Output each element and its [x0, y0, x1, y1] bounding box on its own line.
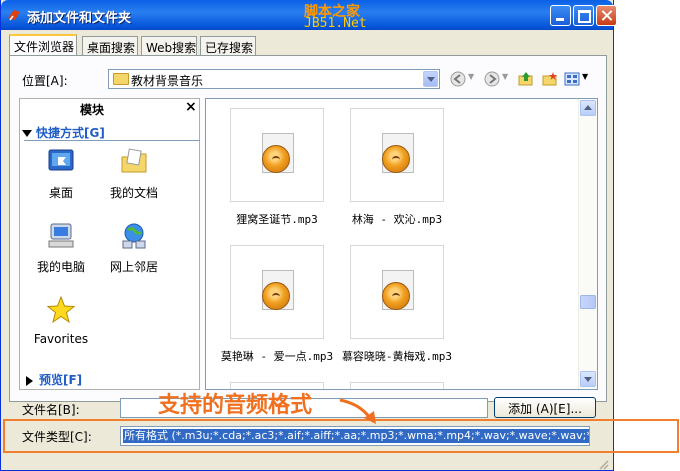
- my-computer-icon: [48, 223, 74, 248]
- file-name: 狸窝圣诞节.mp3: [236, 213, 318, 226]
- shortcut-my-computer[interactable]: 我的电脑: [31, 221, 91, 275]
- app-icon: [8, 10, 20, 21]
- location-combobox[interactable]: 教材背景音乐: [108, 69, 440, 89]
- view-dropdown-icon[interactable]: ▼: [582, 72, 588, 81]
- star-icon: [46, 295, 76, 324]
- file-thumbnail: [350, 245, 444, 339]
- scroll-up-icon[interactable]: [580, 100, 596, 116]
- shortcut-network-label: 网上邻居: [109, 260, 158, 274]
- scroll-down-icon[interactable]: [580, 371, 596, 387]
- preview-section-header[interactable]: 预览[F]: [26, 371, 82, 388]
- annotation-text: 支持的音频格式: [158, 393, 313, 418]
- location-label: 位置[A]:: [22, 74, 68, 88]
- module-pane-title: 模块: [80, 103, 105, 117]
- music-file-icon: [262, 282, 290, 310]
- scrollbar-thumb[interactable]: [580, 295, 596, 309]
- tab-desktop-search[interactable]: 桌面搜索: [82, 36, 138, 55]
- filename-label: 文件名[B]:: [22, 403, 80, 417]
- shortcut-desktop[interactable]: 桌面: [31, 147, 91, 201]
- title-bar[interactable]: 添加文件和文件夹 脚本之家 JB51.Net: [1, 0, 617, 31]
- watermark-en: JB51.Net: [304, 16, 367, 31]
- file-list-pane: 狸窝圣诞节.mp3 林海 - 欢沁.mp3 莫艳琳 - 爱一点.mp3 慕容晓晓…: [205, 98, 598, 390]
- music-file-icon: [262, 145, 290, 173]
- shortcuts-list: 桌面 我的文档 我的电脑 网上邻居 Favorites: [24, 140, 200, 367]
- shortcuts-section-label: 快捷方式[G]: [36, 126, 105, 140]
- shortcut-favorites-label: Favorites: [33, 332, 89, 346]
- module-pane-close-icon[interactable]: ×: [185, 99, 197, 115]
- forward-icon[interactable]: [484, 71, 500, 87]
- preview-section-label: 预览[F]: [39, 373, 83, 387]
- add-button[interactable]: 添加 (A)[E]...: [494, 397, 596, 418]
- shortcuts-section-header[interactable]: 快捷方式[G]: [22, 124, 105, 141]
- new-folder-icon[interactable]: [542, 71, 558, 87]
- shortcut-my-documents-label: 我的文档: [109, 186, 158, 200]
- desktop-icon: [48, 149, 74, 171]
- tab-web-search[interactable]: Web搜索: [141, 36, 197, 55]
- tab-saved-search[interactable]: 已存搜索: [200, 36, 256, 55]
- file-name: 莫艳琳 - 爱一点.mp3: [220, 350, 334, 363]
- close-button[interactable]: [596, 5, 617, 26]
- shortcut-my-computer-label: 我的电脑: [36, 260, 85, 274]
- music-file-icon: [382, 145, 410, 173]
- minimize-button[interactable]: [550, 5, 571, 26]
- expand-triangle-icon: [26, 375, 33, 386]
- tab-file-browser[interactable]: 文件浏览器: [9, 34, 77, 56]
- network-icon: [122, 223, 146, 249]
- folder-icon: [113, 73, 129, 85]
- file-name: 林海 - 欢沁.mp3: [351, 213, 443, 226]
- maximize-button[interactable]: [573, 5, 594, 26]
- location-value: 教材背景音乐: [131, 74, 204, 88]
- shortcut-my-documents[interactable]: 我的文档: [104, 147, 164, 201]
- music-file-icon: [382, 282, 410, 310]
- shortcut-network[interactable]: 网上邻居: [104, 221, 164, 275]
- my-documents-icon: [121, 148, 147, 173]
- chevron-down-icon[interactable]: [423, 71, 438, 87]
- file-list-scrollbar[interactable]: [578, 99, 597, 389]
- annotation-arrow-icon: [339, 398, 376, 424]
- file-thumbnail: [350, 108, 444, 202]
- folder-up-icon[interactable]: [518, 71, 534, 87]
- window-title: 添加文件和文件夹: [27, 11, 132, 26]
- file-thumbnail: [230, 245, 324, 339]
- shortcut-desktop-label: 桌面: [48, 186, 73, 200]
- file-thumbnail: [230, 108, 324, 202]
- view-menu-icon[interactable]: [564, 71, 580, 87]
- resize-grip-icon[interactable]: [597, 458, 609, 470]
- collapse-triangle-icon: [22, 130, 32, 137]
- back-dropdown-icon[interactable]: ▼: [468, 72, 474, 81]
- back-icon[interactable]: [450, 71, 466, 87]
- forward-dropdown-icon[interactable]: ▼: [502, 72, 508, 81]
- file-name: 慕容晓晓-黄梅戏.mp3: [341, 350, 453, 363]
- shortcut-favorites[interactable]: Favorites: [31, 295, 91, 346]
